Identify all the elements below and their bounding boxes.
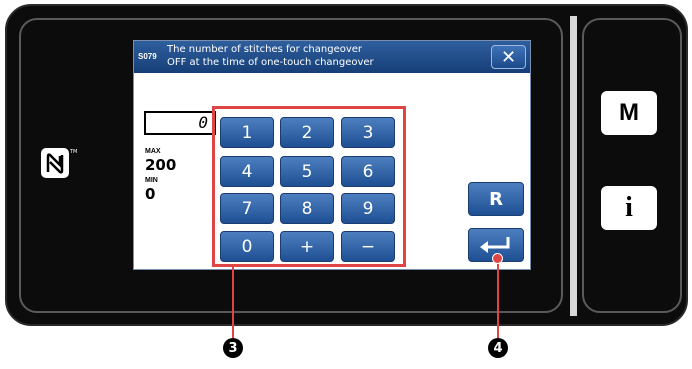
key-plus[interactable]: + [280,231,334,262]
min-label: MIN [145,177,158,184]
key-6[interactable]: 6 [341,156,395,187]
mode-button[interactable]: M [601,91,657,135]
max-value: 200 [145,156,177,174]
close-icon: ✕ [500,46,517,68]
key-0[interactable]: 0 [220,231,274,262]
key-9[interactable]: 9 [341,193,395,224]
function-code: S079 [138,52,157,61]
callout-4: 4 [488,338,508,358]
min-value: 0 [145,185,156,203]
key-7[interactable]: 7 [220,193,274,224]
right-bezel [582,18,682,313]
panel-divider [570,16,577,316]
key-1[interactable]: 1 [220,117,274,148]
reset-button[interactable]: R [468,182,524,216]
key-minus[interactable]: − [341,231,395,262]
key-8[interactable]: 8 [280,193,334,224]
dialog-title-line2: OFF at the time of one-touch changeover [167,57,374,68]
dialog-titlebar: S079 The number of stitches for changeov… [134,41,530,73]
key-3[interactable]: 3 [341,117,395,148]
value-display: 0 [144,111,216,135]
dialog-title-line1: The number of stitches for changeover [167,44,363,55]
enter-leader-line [497,258,499,340]
key-2[interactable]: 2 [280,117,334,148]
callout-3: 3 [223,338,243,358]
key-4[interactable]: 4 [220,156,274,187]
numpad-leader-line [232,267,234,340]
nfc-icon: TM [37,144,77,184]
info-button[interactable]: i [601,186,657,230]
svg-text:TM: TM [69,149,77,155]
close-button[interactable]: ✕ [491,45,526,69]
key-5[interactable]: 5 [280,156,334,187]
max-label: MAX [145,148,161,155]
enter-highlight-dot [492,253,503,264]
numeric-input-dialog: S079 The number of stitches for changeov… [133,40,531,270]
